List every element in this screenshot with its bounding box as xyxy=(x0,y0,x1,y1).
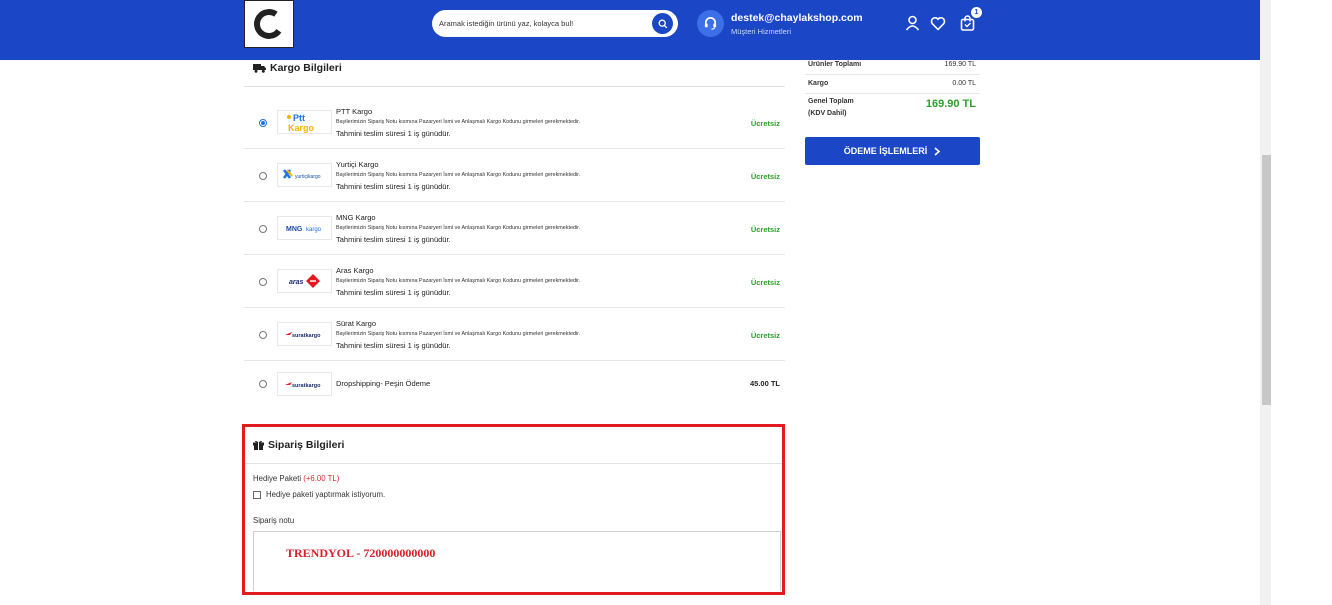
ptt-kargo-logo: Ptt Kargo xyxy=(277,110,332,134)
cargo-price: Ücretsiz xyxy=(750,172,780,181)
search-input[interactable] xyxy=(439,19,644,28)
user-account-button[interactable] xyxy=(903,14,921,32)
grand-total-value: 169.90 TL xyxy=(925,98,976,110)
cargo-title-divider xyxy=(244,86,785,87)
summary-value: 0.00 TL xyxy=(952,80,976,87)
cargo-name: PTT Kargo xyxy=(336,107,373,116)
favorites-button[interactable] xyxy=(929,14,947,32)
cargo-eta: Tahmini teslim süresi 1 iş günüdür. xyxy=(336,182,451,191)
logo-mark-icon xyxy=(251,6,287,42)
cart-button[interactable]: 1 xyxy=(958,7,982,32)
svg-text:MNG: MNG xyxy=(286,226,303,233)
heart-icon xyxy=(930,16,946,31)
summary-label: Kargo xyxy=(808,80,829,87)
svg-text:yurtiçikargo: yurtiçikargo xyxy=(295,174,321,180)
cargo-radio-aras[interactable] xyxy=(259,278,267,286)
cargo-note: Bayilerimizin Sipariş Notu kısmına Pazar… xyxy=(336,225,581,231)
cargo-radio-mng[interactable] xyxy=(259,225,267,233)
summary-grand-total: Genel Toplam (KDV Dahil) 169.90 TL xyxy=(805,94,980,122)
user-icon xyxy=(905,15,919,31)
cargo-price: Ücretsiz xyxy=(750,278,780,287)
customer-support[interactable]: destek@chaylakshop.com Müşteri Hizmetler… xyxy=(697,10,863,37)
surat-kargo-logo: suratkargo xyxy=(277,322,332,346)
cargo-option-aras[interactable]: aras Aras Kargo Bayilerimizin Sipariş No… xyxy=(244,255,785,308)
cargo-name: Sürat Kargo xyxy=(336,319,377,328)
truck-icon xyxy=(253,63,266,73)
search-bar xyxy=(432,10,678,37)
chevron-right-icon xyxy=(934,146,941,156)
cargo-option-yurtici[interactable]: yurtiçikargo Yurtiçi Kargo Bayilerimizin… xyxy=(244,149,785,202)
svg-text:suratkargo: suratkargo xyxy=(292,333,321,339)
cargo-option-mng[interactable]: MNG kargo MNG Kargo Bayilerimizin Sipari… xyxy=(244,202,785,255)
headset-icon xyxy=(697,10,724,37)
summary-cargo: Kargo 0.00 TL xyxy=(805,75,980,94)
cargo-note: Bayilerimizin Sipariş Notu kısmına Pazar… xyxy=(336,172,581,178)
cargo-eta: Tahmini teslim süresi 1 iş günüdür. xyxy=(336,341,451,350)
cargo-eta: Tahmini teslim süresi 1 iş günüdür. xyxy=(336,129,451,138)
svg-text:aras: aras xyxy=(289,279,304,286)
cargo-option-dropshipping[interactable]: suratkargo Dropshipping- Peşin Ödeme 45.… xyxy=(244,361,785,405)
cargo-price: Ücretsiz xyxy=(750,331,780,340)
cargo-name: Dropshipping- Peşin Ödeme xyxy=(336,379,431,388)
support-label: Müşteri Hizmetleri xyxy=(731,26,792,36)
svg-text:suratkargo: suratkargo xyxy=(292,383,321,389)
cargo-price: Ücretsiz xyxy=(750,225,780,234)
svg-text:Ptt: Ptt xyxy=(293,113,305,123)
cargo-eta: Tahmini teslim süresi 1 iş günüdür. xyxy=(336,235,451,244)
cargo-radio-yurtici[interactable] xyxy=(259,172,267,180)
cargo-note: Bayilerimizin Sipariş Notu kısmına Pazar… xyxy=(336,331,581,337)
cart-count-badge: 1 xyxy=(971,7,982,18)
svg-text:Kargo: Kargo xyxy=(288,123,315,133)
svg-text:kargo: kargo xyxy=(306,227,322,233)
support-email[interactable]: destek@chaylakshop.com xyxy=(731,12,863,24)
cargo-option-surat[interactable]: suratkargo Sürat Kargo Bayilerimizin Sip… xyxy=(244,308,785,361)
payment-button[interactable]: ÖDEME İŞLEMLERİ xyxy=(805,137,980,165)
cargo-price: Ücretsiz xyxy=(750,119,780,128)
cargo-note: Bayilerimizin Sipariş Notu kısmına Pazar… xyxy=(336,278,581,284)
shopping-bag-icon xyxy=(960,15,974,31)
summary-label: Ürünler Toplamı xyxy=(808,61,862,68)
surat-kargo-logo: suratkargo xyxy=(277,372,332,396)
cargo-note: Bayilerimizin Sipariş Notu kısmına Pazar… xyxy=(336,119,581,125)
search-icon xyxy=(658,19,667,28)
payment-button-label: ÖDEME İŞLEMLERİ xyxy=(843,146,928,156)
cargo-radio-dropshipping[interactable] xyxy=(259,380,267,388)
cargo-section-title-text: Kargo Bilgileri xyxy=(270,62,342,74)
cargo-radio-ptt[interactable] xyxy=(259,119,267,127)
cargo-radio-surat[interactable] xyxy=(259,331,267,339)
yurtici-kargo-logo: yurtiçikargo xyxy=(277,163,332,187)
cargo-section-title: Kargo Bilgileri xyxy=(253,62,342,74)
summary-value: 169.90 TL xyxy=(944,61,976,68)
highlight-frame xyxy=(242,424,785,595)
mng-kargo-logo: MNG kargo xyxy=(277,216,332,240)
cargo-price: 45.00 TL xyxy=(749,379,780,388)
site-header: destek@chaylakshop.com Müşteri Hizmetler… xyxy=(0,0,1260,60)
page-scrollbar-thumb[interactable] xyxy=(1262,155,1271,405)
search-button[interactable] xyxy=(652,13,673,34)
summary-label: Genel Toplam xyxy=(808,98,854,105)
cargo-name: Yurtiçi Kargo xyxy=(336,160,379,169)
summary-products-total: Ürünler Toplamı 169.90 TL xyxy=(805,60,980,75)
site-logo[interactable] xyxy=(244,0,294,48)
cargo-name: MNG Kargo xyxy=(336,213,376,222)
cargo-eta: Tahmini teslim süresi 1 iş günüdür. xyxy=(336,288,451,297)
cargo-name: Aras Kargo xyxy=(336,266,374,275)
cargo-option-ptt[interactable]: Ptt Kargo PTT Kargo Bayilerimizin Sipari… xyxy=(244,96,785,149)
aras-kargo-logo: aras xyxy=(277,269,332,293)
summary-sublabel: (KDV Dahil) xyxy=(808,110,847,117)
